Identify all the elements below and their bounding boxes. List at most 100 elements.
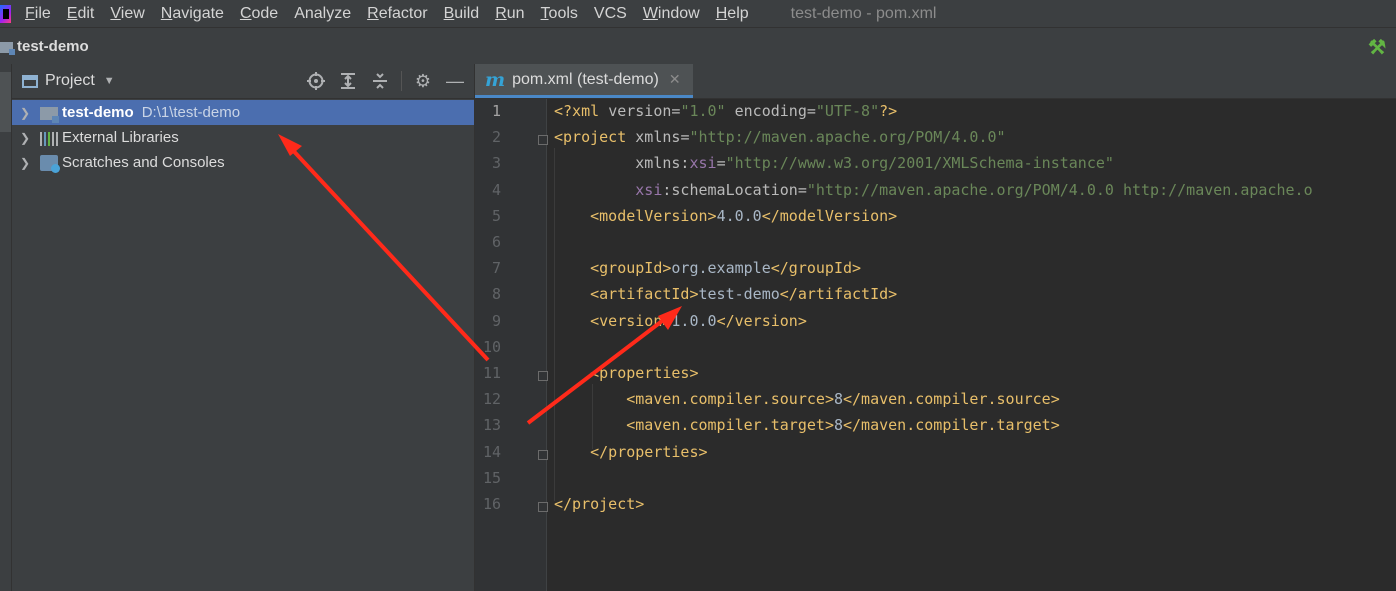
- tree-item-scratches[interactable]: ❯ Scratches and Consoles: [12, 150, 474, 175]
- locate-icon[interactable]: [305, 70, 327, 92]
- project-view-title[interactable]: Project: [45, 72, 95, 90]
- tree-item-label: test-demo: [62, 104, 134, 121]
- intellij-logo-icon: [0, 4, 11, 23]
- line-number: 10: [482, 337, 501, 356]
- tree-item-label: External Libraries: [62, 129, 179, 146]
- menu-label: ode: [251, 4, 279, 22]
- code-line: xmlns:xsi="http://www.w3.org/2001/XMLSch…: [635, 154, 1114, 173]
- chevron-down-icon[interactable]: ▼: [104, 75, 115, 87]
- collapse-all-icon[interactable]: [369, 70, 391, 92]
- gear-icon[interactable]: ⚙: [412, 70, 434, 92]
- menu-mnemonic: E: [66, 4, 78, 22]
- menu-item-navigate[interactable]: Navigate: [161, 5, 224, 23]
- menu-item-run[interactable]: Run: [495, 5, 524, 23]
- tree-item-label: Scratches and Consoles: [62, 154, 225, 171]
- line-number: 14: [482, 442, 501, 461]
- menu-item-vcs[interactable]: VCS: [594, 5, 627, 23]
- line-number: 16: [482, 495, 501, 513]
- line-number: 1: [491, 102, 501, 120]
- chevron-right-icon[interactable]: ❯: [18, 131, 32, 145]
- line-number: 2: [491, 128, 501, 147]
- editor: m pom.xml (test-demo) ✕ 1 2 3 4 5 6 7 8 9 10 11 12 1…: [475, 64, 1396, 591]
- editor-tabs: m pom.xml (test-demo) ✕: [475, 64, 1396, 99]
- menu-label: dit: [77, 4, 95, 22]
- menu-label: un: [506, 4, 525, 22]
- code-line: <artifactId>test-demo</artifactId>: [590, 285, 898, 304]
- project-panel-header: Project ▼ ⚙ —: [12, 64, 474, 99]
- line-number: 15: [482, 468, 501, 487]
- fold-marker-icon[interactable]: [538, 449, 548, 460]
- code-line: </project>: [554, 495, 645, 513]
- minimize-icon[interactable]: —: [444, 70, 466, 92]
- menu-mnemonic: R: [367, 4, 379, 22]
- code-line: <maven.compiler.target>8</maven.compiler…: [626, 416, 1060, 435]
- fold-marker-icon[interactable]: [538, 135, 548, 146]
- line-number: 9: [491, 311, 501, 330]
- code-line: xsi:schemaLocation="http://maven.apache.…: [635, 180, 1313, 199]
- fold-marker-icon[interactable]: [538, 502, 548, 512]
- project-panel: Project ▼ ⚙ — ❯ test-demo D:\1\test-demo…: [12, 64, 475, 591]
- line-number: 7: [491, 259, 501, 278]
- breadcrumb-project[interactable]: test-demo: [17, 38, 89, 55]
- toolbar-divider: [401, 71, 402, 91]
- left-tool-stripe: [0, 64, 12, 591]
- maven-icon: m: [485, 68, 506, 91]
- menu-item-code[interactable]: Code: [240, 5, 278, 23]
- menu-label: ools: [548, 4, 578, 22]
- code-editor[interactable]: 1 2 3 4 5 6 7 8 9 10 11 12 13 14 15 16 <?xml version="1…: [475, 99, 1396, 591]
- code-line: <maven.compiler.source>8</maven.compiler…: [626, 390, 1060, 409]
- code-line: <version>1.0.0</version>: [590, 311, 807, 330]
- line-number: 8: [491, 285, 501, 304]
- line-number: 4: [491, 180, 501, 199]
- menu-item-file[interactable]: File: [25, 5, 51, 23]
- code-line: <project xmlns="http://maven.apache.org/…: [554, 128, 1006, 147]
- menu-item-window[interactable]: Window: [643, 5, 700, 23]
- menu-label: iew: [120, 4, 145, 22]
- chevron-right-icon[interactable]: ❯: [18, 156, 32, 170]
- close-icon[interactable]: ✕: [669, 71, 681, 88]
- project-tool-window-tab[interactable]: [0, 72, 11, 132]
- line-number: 3: [491, 154, 501, 173]
- menu-item-tools[interactable]: Tools: [541, 5, 578, 23]
- code-line: <modelVersion>4.0.0</modelVersion>: [590, 206, 898, 225]
- fold-marker-icon[interactable]: [538, 371, 548, 381]
- menu-items: File Edit View Navigate Code Analyze Refactor B…: [25, 5, 765, 23]
- module-folder-icon: [40, 107, 59, 123]
- project-tree: ❯ test-demo D:\1\test-demo ❯ External Li…: [12, 100, 474, 175]
- menu-mnemonic: T: [540, 4, 549, 22]
- expand-all-icon[interactable]: [337, 70, 359, 92]
- menu-item-view[interactable]: View: [110, 5, 144, 23]
- menu-mnemonic: R: [495, 4, 507, 22]
- tree-item-external-libraries[interactable]: ❯ External Libraries: [12, 125, 474, 150]
- tree-item-test-demo[interactable]: ❯ test-demo D:\1\test-demo: [12, 100, 474, 125]
- indent-guide: [592, 384, 593, 449]
- menu-mnemonic: C: [239, 4, 252, 22]
- line-number: 13: [482, 416, 501, 435]
- menu-label: VCS: [593, 4, 627, 22]
- indent-guide: [554, 148, 555, 501]
- navigation-bar: test-demo ⚒: [0, 27, 1396, 65]
- menu-label: avigate: [172, 4, 224, 22]
- tab-pom-xml[interactable]: m pom.xml (test-demo) ✕: [475, 64, 693, 98]
- menu-item-analyze[interactable]: Analyze: [294, 5, 351, 23]
- hammer-icon[interactable]: ⚒: [1368, 35, 1386, 60]
- menu-item-edit[interactable]: Edit: [67, 5, 95, 23]
- menu-label: uild: [454, 4, 480, 22]
- scratches-icon: [40, 154, 60, 173]
- menu-mnemonic: N: [160, 4, 173, 22]
- chevron-right-icon[interactable]: ❯: [18, 106, 32, 120]
- menu-item-help[interactable]: Help: [716, 5, 749, 23]
- menu-item-refactor[interactable]: Refactor: [367, 5, 427, 23]
- library-icon: [40, 130, 58, 146]
- line-number: 11: [482, 364, 501, 382]
- window-title: test-demo - pom.xml: [790, 4, 937, 22]
- menu-bar: File Edit View Navigate Code Analyze Refactor B…: [0, 0, 1396, 27]
- code-line: <?xml version="1.0" encoding="UTF-8"?>: [554, 102, 898, 120]
- tab-label: pom.xml (test-demo): [512, 70, 659, 88]
- line-number: 5: [491, 206, 501, 225]
- line-number-gutter: 1 2 3 4 5 6 7 8 9 10 11 12 13 14 15 16: [475, 99, 548, 591]
- menu-item-build[interactable]: Build: [444, 5, 480, 23]
- panel-toolbar: ⚙ —: [295, 64, 466, 98]
- project-window-icon: [22, 74, 38, 88]
- menu-mnemonic: V: [110, 4, 121, 22]
